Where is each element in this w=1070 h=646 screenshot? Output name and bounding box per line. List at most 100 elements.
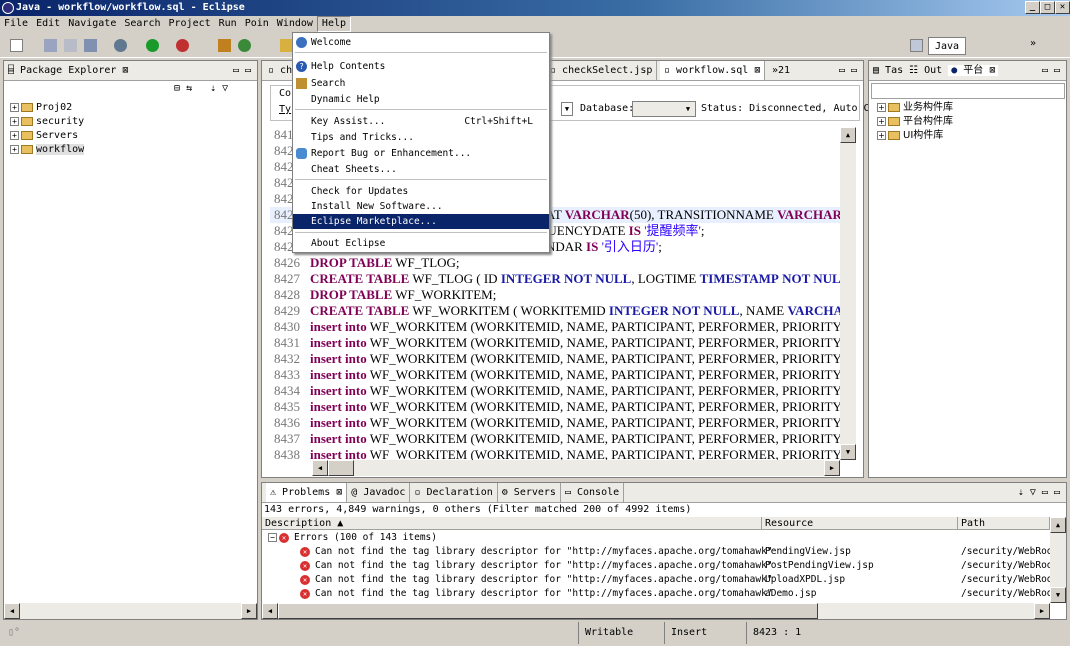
- column-resource[interactable]: Resource: [762, 517, 958, 530]
- problem-row[interactable]: ✕ Can not find the tag library descriptor…: [262, 545, 1064, 559]
- menu-item-welcome[interactable]: Welcome: [293, 35, 549, 50]
- problem-row[interactable]: ✕ Can not find the tag library descriptor…: [262, 587, 1064, 601]
- menu-file[interactable]: File: [0, 16, 32, 32]
- tree-item[interactable]: + security: [10, 115, 84, 129]
- project-icon: [21, 144, 33, 154]
- java-perspective-button[interactable]: Java: [928, 37, 967, 55]
- tab-problems[interactable]: ⚠ Problems ⊠: [266, 483, 348, 502]
- problem-path: /security/WebRoot/: [961, 574, 1064, 585]
- scroll-right-icon[interactable]: ▶: [1034, 603, 1050, 619]
- error-group-row[interactable]: − ✕ Errors (100 of 143 items): [262, 531, 437, 545]
- scroll-down-icon[interactable]: ▼: [840, 444, 856, 460]
- save-icon[interactable]: [44, 39, 57, 52]
- menu-item-tips-and-tricks[interactable]: Tips and Tricks...: [293, 130, 549, 145]
- scroll-left-icon[interactable]: ◀: [4, 603, 20, 619]
- help-menu: Welcome ? Help Contents Search Dynamic He…: [292, 32, 550, 253]
- menu-window[interactable]: Window: [273, 16, 317, 32]
- menu-item-marketplace[interactable]: Eclipse Marketplace...: [293, 214, 549, 229]
- column-path[interactable]: Path: [958, 517, 1050, 530]
- minimize-button[interactable]: _: [1025, 1, 1040, 14]
- editor-min-max-icons[interactable]: ▭ ▭: [839, 61, 857, 80]
- tree-item[interactable]: + UI构件库: [877, 129, 953, 143]
- menu-item-report-bug[interactable]: Report Bug or Enhancement...: [293, 146, 549, 161]
- close-button[interactable]: ✕: [1055, 1, 1070, 14]
- run-icon[interactable]: [146, 39, 159, 52]
- scroll-up-icon[interactable]: ▲: [1050, 517, 1066, 533]
- tree-item[interactable]: + Servers: [10, 129, 84, 143]
- problem-resource: UploadXPDL.jsp: [765, 574, 846, 585]
- menu-item-check-updates[interactable]: Check for Updates: [293, 184, 549, 199]
- collapse-all-icon[interactable]: ⊟ ⇆ ⇣ ▽: [174, 83, 228, 94]
- tab-tasks[interactable]: ▤ Tas: [873, 65, 903, 76]
- menu-item-about[interactable]: About Eclipse: [293, 236, 549, 251]
- right-panel-filter[interactable]: [871, 83, 1065, 99]
- menu-item-help-contents[interactable]: ? Help Contents: [293, 59, 549, 74]
- tab-console[interactable]: ▭ Console: [561, 483, 625, 502]
- problem-path: /security/WebRoot/: [961, 560, 1064, 571]
- new-icon[interactable]: [10, 39, 23, 52]
- window-title-bar[interactable]: Java - workflow/workflow.sql - Eclipse _…: [0, 0, 1070, 16]
- new-class-icon[interactable]: [238, 39, 251, 52]
- menu-item-cheat-sheets[interactable]: Cheat Sheets...: [293, 162, 549, 177]
- menu-poin[interactable]: Poin: [241, 16, 273, 32]
- error-icon: ✕: [300, 560, 310, 571]
- menu-item-install-software[interactable]: Install New Software...: [293, 199, 549, 214]
- maximize-button[interactable]: □: [1040, 1, 1055, 14]
- scroll-left-icon[interactable]: ◀: [312, 460, 328, 476]
- tree-item[interactable]: + 平台构件库: [877, 115, 953, 129]
- editor-horizontal-scrollbar[interactable]: ◀ ▶: [312, 460, 840, 476]
- perspective-overflow-icon[interactable]: »: [1030, 38, 1036, 49]
- right-min-max-icons[interactable]: ▭ ▭: [1042, 61, 1060, 80]
- minimize-maximize-icons[interactable]: ▭ ▭: [233, 61, 251, 80]
- type-dropdown-arrow-icon[interactable]: ▼: [561, 102, 573, 116]
- tab-javadoc[interactable]: @ Javadoc: [347, 483, 411, 502]
- tree-item[interactable]: + 业务构件库: [877, 101, 953, 115]
- scroll-up-icon[interactable]: ▲: [840, 127, 856, 143]
- scroll-right-icon[interactable]: ▶: [241, 603, 257, 619]
- package-explorer-header: ⌸ Package Explorer ⊠ ▭ ▭: [4, 61, 257, 81]
- menu-edit[interactable]: Edit: [32, 16, 64, 32]
- menu-help[interactable]: Help: [316, 16, 352, 32]
- debug-icon[interactable]: [114, 39, 127, 52]
- menu-item-key-assist[interactable]: Key Assist... Ctrl+Shift+L: [293, 114, 549, 129]
- horizontal-scrollbar[interactable]: ◀ ▶: [4, 603, 257, 619]
- database-select[interactable]: ▼: [632, 101, 696, 117]
- scroll-right-icon[interactable]: ▶: [824, 460, 840, 476]
- tab-checkselect[interactable]: ▫ checkSelect.jsp: [546, 61, 658, 80]
- scroll-down-icon[interactable]: ▼: [1050, 587, 1066, 603]
- tab-outline[interactable]: ☷ Out: [909, 65, 942, 76]
- scroll-thumb[interactable]: [328, 460, 354, 476]
- tree-item[interactable]: + Proj02: [10, 101, 84, 115]
- problem-row[interactable]: ✕ Can not find the tag library descriptor…: [262, 559, 1064, 573]
- tab-platform[interactable]: ● 平台 ⊠: [948, 65, 999, 76]
- menu-project[interactable]: Project: [164, 16, 214, 32]
- tab-declaration[interactable]: ▫ Declaration: [410, 483, 498, 502]
- sql-text: WF_WORKITEM;: [395, 287, 497, 302]
- sql-text: WF_WORKITEM ( WORKITEMID INTEGER NOT NUL…: [412, 303, 842, 318]
- project-tree: + Proj02 + security + Servers + workflow: [10, 101, 85, 157]
- problems-view-menu-icons[interactable]: ⇣ ▽ ▭ ▭: [1018, 483, 1060, 502]
- tree-item[interactable]: + workflow: [10, 143, 85, 157]
- column-description[interactable]: Description ▲: [262, 517, 762, 530]
- menu-item-dynamic-help[interactable]: Dynamic Help: [293, 92, 549, 107]
- new-java-project-icon[interactable]: [218, 39, 231, 52]
- problem-row[interactable]: ✕ Can not find the tag library descriptor…: [262, 573, 1064, 587]
- menu-navigate[interactable]: Navigate: [64, 16, 120, 32]
- tab-servers[interactable]: ⚙ Servers: [498, 483, 561, 502]
- menu-item-search[interactable]: Search: [293, 76, 549, 91]
- package-explorer-tab[interactable]: ⌸ Package Explorer ⊠: [8, 65, 128, 76]
- external-tools-icon[interactable]: [176, 39, 189, 52]
- problems-vertical-scrollbar[interactable]: ▲ ▼: [1050, 517, 1066, 603]
- print-icon[interactable]: [84, 39, 97, 52]
- problems-horizontal-scrollbar[interactable]: ◀ ▶: [262, 603, 1050, 619]
- scroll-left-icon[interactable]: ◀: [262, 603, 278, 619]
- save-all-icon[interactable]: [64, 39, 77, 52]
- scroll-thumb[interactable]: [278, 603, 818, 619]
- tab-overflow[interactable]: »21: [772, 61, 790, 80]
- menu-run[interactable]: Run: [215, 16, 241, 32]
- code-line: 8435 insert into WF_WORKITEM (WORKITEMID,…: [270, 399, 842, 415]
- tab-workflow-sql[interactable]: ▫ workflow.sql ⊠: [660, 61, 766, 80]
- editor-vertical-scrollbar[interactable]: ▲ ▼: [840, 127, 856, 460]
- open-perspective-icon[interactable]: [910, 39, 923, 52]
- menu-search[interactable]: Search: [120, 16, 164, 32]
